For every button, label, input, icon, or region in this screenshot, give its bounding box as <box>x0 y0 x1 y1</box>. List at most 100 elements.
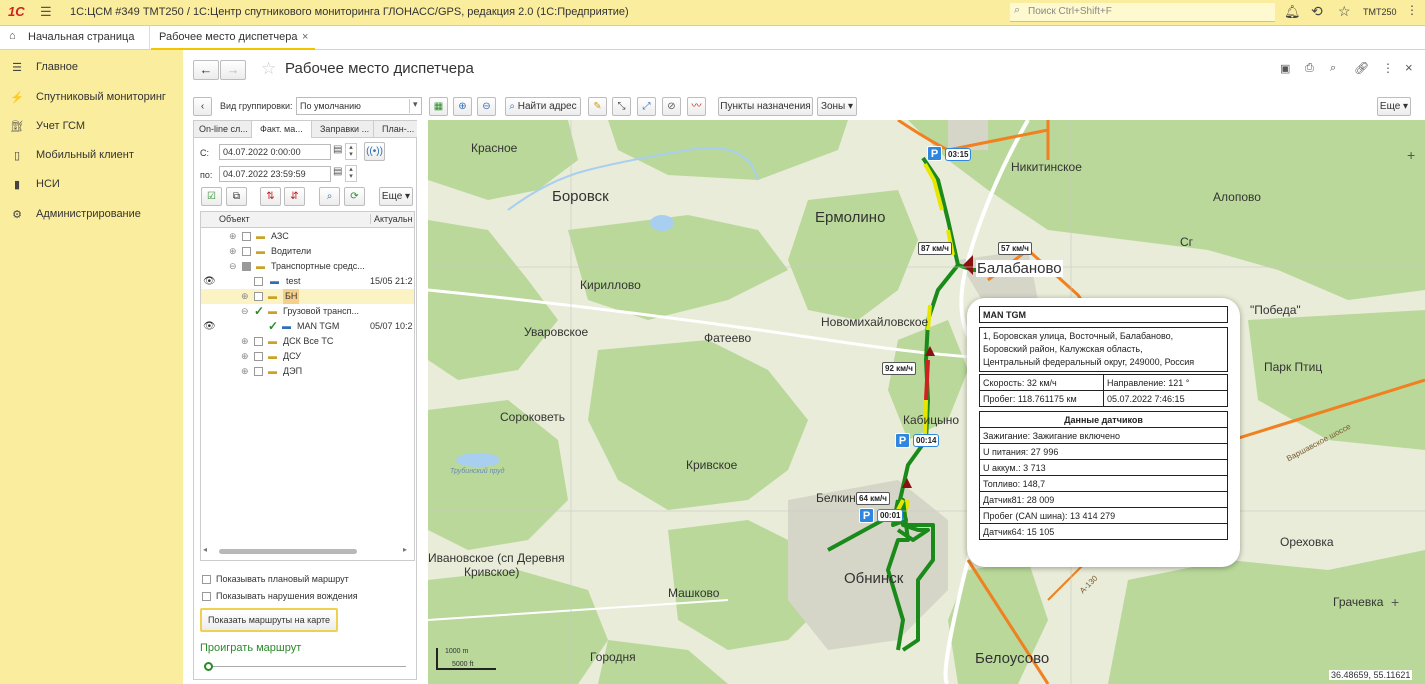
eye-icon[interactable]: 👁︎ <box>203 319 216 334</box>
chart-tool-button[interactable]: 〰 <box>687 97 706 116</box>
find-address-button[interactable]: ⌕ Найти адрес <box>505 97 581 116</box>
sort-asc-button[interactable]: ⇅ <box>260 187 281 206</box>
expand-icon[interactable]: ⊕ <box>229 244 237 259</box>
tree-search-button[interactable]: ⌕ <box>319 187 340 206</box>
tab-refuels[interactable]: Заправки ... <box>312 121 374 138</box>
sidebar-item-fuel[interactable]: ⛽︎ Учет ГСМ <box>10 116 180 136</box>
link-icon[interactable]: 🔗︎ <box>1354 61 1369 75</box>
tree-row[interactable]: ⊕ ▬ ДЭП <box>201 364 414 379</box>
row-checkbox[interactable] <box>242 232 251 241</box>
preview-icon[interactable]: ⌕ <box>1330 62 1336 75</box>
speed-label[interactable]: 87 км/ч <box>918 242 952 255</box>
history-icon[interactable]: ⟲ <box>1311 3 1323 20</box>
settings-menu-icon[interactable]: ⋮ <box>1406 3 1418 17</box>
sort-desc-button[interactable]: ⇵ <box>284 187 305 206</box>
forward-button[interactable]: → <box>220 60 246 80</box>
tab-dispatcher[interactable]: Рабочее место диспетчера × <box>151 26 315 50</box>
show-routes-button[interactable]: Показать маршруты на карте <box>200 608 338 632</box>
row-checkbox-checked[interactable]: ✓ <box>268 319 278 334</box>
map-zoom-plus-icon[interactable]: + <box>1407 147 1415 163</box>
ruler-button[interactable]: ✎ <box>588 97 607 116</box>
violations-checkbox[interactable] <box>202 592 211 601</box>
tree-row[interactable]: 👁︎ ✓ ▬ MAN TGM 05/07 10:2 <box>201 319 414 334</box>
speed-label[interactable]: 57 км/ч <box>998 242 1032 255</box>
close-form-icon[interactable]: × <box>1405 60 1413 75</box>
tree-more-button[interactable]: Еще ▾ <box>379 187 413 206</box>
sidebar-item-admin[interactable]: ⚙ Администрирование <box>10 204 180 224</box>
tree-row[interactable]: 👁︎ ▬ test 15/05 21:2 <box>201 274 414 289</box>
col-actual[interactable]: Актуальн <box>370 214 413 224</box>
refresh-button[interactable]: ⟳ <box>344 187 365 206</box>
speed-label[interactable]: 92 км/ч <box>882 362 916 375</box>
more-actions-icon[interactable]: ⋮ <box>1382 61 1394 75</box>
col-object[interactable]: Объект <box>219 214 250 224</box>
collapse-icon[interactable]: ⊖ <box>241 304 249 319</box>
expand-icon[interactable]: ⊕ <box>241 334 249 349</box>
to-date-field[interactable]: 04.07.2022 23:59:59 <box>219 166 331 182</box>
play-route-slider[interactable] <box>204 662 406 672</box>
save-icon[interactable]: ▣ <box>1280 62 1290 75</box>
parking-marker[interactable]: P <box>927 146 942 161</box>
expand-icon[interactable]: ⊕ <box>241 364 249 379</box>
more-toolbar-button[interactable]: Еще ▾ <box>1377 97 1411 116</box>
parking-marker[interactable]: P <box>895 433 910 448</box>
tab-plan[interactable]: План-... <box>374 121 417 138</box>
collapse-icon[interactable]: ⊖ <box>229 259 237 274</box>
planned-route-checkbox[interactable] <box>202 575 211 584</box>
favorite-star-icon[interactable]: ☆ <box>261 59 276 79</box>
sidebar-item-mobile[interactable]: ▯ Мобильный клиент <box>10 145 180 165</box>
row-checkbox-checked[interactable]: ✓ <box>254 304 264 319</box>
from-stepper[interactable]: ▴ ▾ <box>345 143 357 160</box>
row-checkbox[interactable] <box>254 277 263 286</box>
parking-time[interactable]: 00:14 <box>913 434 940 447</box>
tab-home[interactable]: ⌂ Начальная страница <box>0 26 150 49</box>
copy-button[interactable]: ⧉ <box>226 187 247 206</box>
row-checkbox[interactable] <box>254 337 263 346</box>
back-button[interactable]: ← <box>193 60 219 80</box>
global-search[interactable]: ⌕ Поиск Ctrl+Shift+F <box>1010 3 1275 22</box>
expand-icon[interactable]: ⊕ <box>241 289 249 304</box>
check-all-button[interactable]: ☑ <box>201 187 222 206</box>
tree-row[interactable]: ⊕ ▬ ДСК Все ТС <box>201 334 414 349</box>
sidebar-item-nsi[interactable]: ▮ НСИ <box>10 174 180 194</box>
eye-icon[interactable]: 👁︎ <box>203 274 216 289</box>
to-stepper[interactable]: ▴ ▾ <box>345 165 357 182</box>
from-date-field[interactable]: 04.07.2022 0:00:00 <box>219 144 331 160</box>
tab-online[interactable]: On-line сл... <box>194 121 252 138</box>
row-checkbox[interactable] <box>242 262 251 271</box>
speed-label[interactable]: 64 км/ч <box>856 492 890 505</box>
sidebar-item-main[interactable]: ☰ Главное <box>10 57 180 77</box>
layers-button[interactable]: ▦ <box>429 97 448 116</box>
row-checkbox[interactable] <box>254 292 263 301</box>
close-tab-icon[interactable]: × <box>302 31 308 43</box>
map-zoom-plus-icon[interactable]: + <box>1391 594 1399 610</box>
zones-button[interactable]: Зоны ▾ <box>817 97 857 116</box>
attach-button[interactable]: ⊘ <box>662 97 681 116</box>
tree-row[interactable]: ⊕ ▬ АЗС <box>201 229 414 244</box>
vehicle-popup[interactable]: MAN TGM 1, Боровская улица, Восточный, Б… <box>967 298 1240 567</box>
row-checkbox[interactable] <box>254 352 263 361</box>
grouping-select[interactable]: По умолчанию ▾ <box>296 97 422 115</box>
slider-thumb[interactable] <box>204 662 213 671</box>
expand-icon[interactable]: ⊕ <box>241 349 249 364</box>
zoom-out-button[interactable]: ⊖ <box>477 97 496 116</box>
tree-row[interactable]: ⊖ ▬ Транспортные средс... <box>201 259 414 274</box>
tree-row[interactable]: ⊕ ▬ Водители <box>201 244 414 259</box>
destinations-button[interactable]: Пункты назначения ▾ <box>718 97 813 129</box>
tree-row[interactable]: ⊕ ▬ БН <box>201 289 414 304</box>
tree-row[interactable]: ⊖ ✓ ▬ Грузовой трансп... <box>201 304 414 319</box>
calendar-icon[interactable]: ▤ <box>333 144 342 155</box>
route-tool-button[interactable]: ⤡ <box>612 97 631 116</box>
parking-marker[interactable]: P <box>859 508 874 523</box>
sidebar-item-satellite[interactable]: ⚡ Спутниковый мониторинг <box>10 87 180 107</box>
row-checkbox[interactable] <box>254 367 263 376</box>
scroll-thumb[interactable] <box>219 549 357 554</box>
zoom-in-button[interactable]: ⊕ <box>453 97 472 116</box>
parking-time[interactable]: 00:01 <box>877 509 904 522</box>
bell-icon[interactable]: 🔔︎ <box>1284 4 1301 20</box>
collapse-panel-button[interactable]: ‹ <box>193 97 212 116</box>
calendar-icon[interactable]: ▤ <box>333 166 342 177</box>
expand-icon[interactable]: ⊕ <box>229 229 237 244</box>
scroll-left-icon[interactable]: ◂ <box>203 545 207 554</box>
parking-time[interactable]: 03:15 <box>945 148 972 161</box>
